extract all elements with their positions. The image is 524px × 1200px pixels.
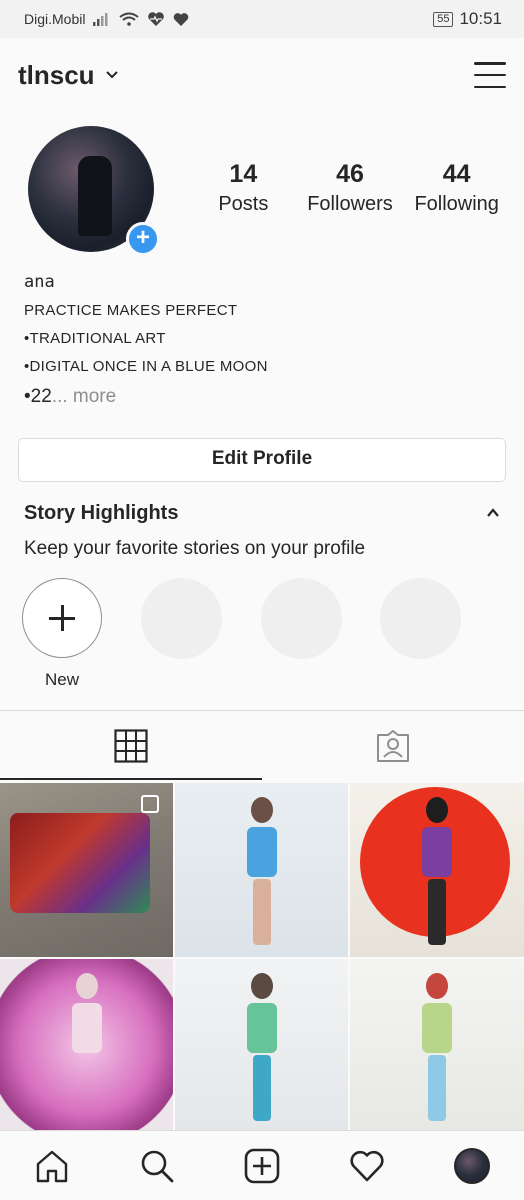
profile-header: tlnscu xyxy=(0,40,524,110)
post-thumbnail-bubble[interactable] xyxy=(0,959,173,1133)
stat-posts[interactable]: 14 Posts xyxy=(190,160,297,216)
tab-tagged[interactable] xyxy=(262,711,524,780)
stat-followers-label: Followers xyxy=(307,193,393,215)
post-thumbnail-figure[interactable] xyxy=(175,783,348,957)
tab-grid[interactable] xyxy=(0,711,262,780)
stat-followers-value: 46 xyxy=(336,160,364,188)
bottom-navigation xyxy=(0,1130,524,1200)
nav-activity[interactable] xyxy=(347,1146,387,1186)
bio-line: PRACTICE MAKES PERFECT xyxy=(24,302,238,319)
highlight-placeholder xyxy=(261,578,342,659)
profile-avatar-wrap: + xyxy=(28,126,160,256)
painted-bag-image xyxy=(10,813,150,913)
nav-new-post[interactable] xyxy=(242,1146,282,1186)
stat-following-label: Following xyxy=(414,193,499,215)
bio-name: ana xyxy=(24,272,55,292)
status-left: Digi.Mobil xyxy=(24,11,189,27)
add-story-plus-icon[interactable]: + xyxy=(126,222,160,256)
fashion-figure-drawing xyxy=(422,797,452,947)
nav-profile[interactable] xyxy=(452,1146,492,1186)
clock: 10:51 xyxy=(459,9,502,28)
status-bar: Digi.Mobil 55 10:51 xyxy=(0,0,524,38)
bio-truncated-text: •22 xyxy=(24,386,52,407)
tagged-person-icon xyxy=(377,729,409,762)
username[interactable]: tlnscu xyxy=(18,60,95,91)
profile-avatar-small xyxy=(453,1147,490,1184)
bio-more-link[interactable]: ... more xyxy=(52,386,116,407)
signal-icon xyxy=(93,13,108,26)
carrier-label: Digi.Mobil xyxy=(24,11,86,27)
hamburger-menu-icon[interactable] xyxy=(474,62,506,88)
nav-search[interactable] xyxy=(137,1146,177,1186)
stat-posts-label: Posts xyxy=(218,193,269,215)
stat-following-value: 44 xyxy=(442,160,471,188)
nav-home[interactable] xyxy=(32,1146,72,1186)
story-highlights-title: Story Highlights xyxy=(24,502,179,524)
status-right: 55 10:51 xyxy=(433,9,502,29)
battery-icon: 55 xyxy=(433,11,454,27)
fashion-figure-drawing xyxy=(422,973,452,1123)
highlight-placeholder xyxy=(380,578,461,659)
post-thumbnail-figure[interactable] xyxy=(350,959,524,1133)
heart-rate-icon xyxy=(148,12,165,26)
chevron-up-icon[interactable] xyxy=(486,506,500,520)
chevron-down-icon[interactable] xyxy=(105,70,119,80)
post-thumbnail-bag[interactable] xyxy=(0,783,173,957)
sketch-figure-drawing xyxy=(71,973,102,1123)
posts-grid xyxy=(0,783,524,1133)
stat-followers[interactable]: 46 Followers xyxy=(297,160,404,216)
add-post-icon xyxy=(244,1148,280,1183)
heart-icon xyxy=(174,12,189,26)
new-highlight-label: New xyxy=(44,670,79,689)
story-highlights-subtitle: Keep your favorite stories on your profi… xyxy=(24,538,366,559)
stat-following[interactable]: 44 Following xyxy=(403,160,510,216)
bio-truncated: •22... more xyxy=(24,386,504,408)
multiple-photos-icon xyxy=(141,795,159,813)
heart-outline-icon xyxy=(350,1150,384,1181)
profile-stats: 14 Posts 46 Followers 44 Following xyxy=(190,160,510,216)
search-icon xyxy=(141,1150,174,1182)
bio-line: •DIGITAL ONCE IN A BLUE MOON xyxy=(24,358,268,375)
post-thumbnail-figure[interactable] xyxy=(350,783,524,957)
fashion-figure-drawing xyxy=(246,797,277,947)
grid-icon xyxy=(114,728,148,763)
stat-posts-value: 14 xyxy=(229,160,258,188)
profile-tabs xyxy=(0,710,524,780)
edit-profile-button[interactable]: Edit Profile xyxy=(18,438,506,482)
bio-line: •TRADITIONAL ART xyxy=(24,330,166,347)
profile-bio: ana PRACTICE MAKES PERFECT •TRADITIONAL … xyxy=(24,272,504,408)
home-icon xyxy=(37,1150,68,1182)
post-thumbnail-figure[interactable] xyxy=(175,959,348,1133)
fashion-figure-drawing xyxy=(246,973,277,1123)
wifi-icon xyxy=(119,12,140,26)
new-highlight-button[interactable] xyxy=(22,578,102,658)
highlight-placeholder xyxy=(141,578,222,659)
